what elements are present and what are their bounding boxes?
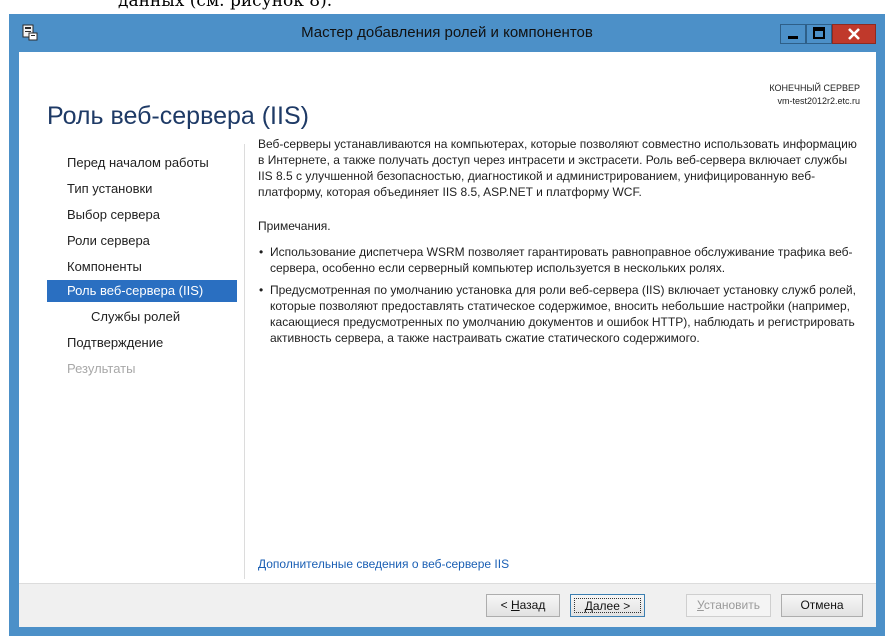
title-bar[interactable]: Мастер добавления ролей и компонентов: [9, 14, 885, 52]
nav-item-web-server-role[interactable]: Роль веб-сервера (IIS): [47, 280, 237, 302]
cancel-button[interactable]: Отмена: [781, 594, 863, 617]
wizard-footer: < Назад Далее > Установить Отмена: [19, 583, 876, 627]
close-button[interactable]: [832, 24, 876, 44]
nav-item-installation-type[interactable]: Тип установки: [47, 178, 237, 200]
wizard-window: Мастер добавления ролей и компонентов Ро…: [9, 14, 885, 636]
back-prefix: <: [500, 598, 511, 612]
nav-item-features[interactable]: Компоненты: [47, 256, 237, 278]
next-focus-rect: Далее >: [574, 598, 641, 613]
install-accel-key: У: [697, 598, 704, 612]
wizard-client-area: Роль веб-сервера (IIS) КОНЕЧНЫЙ СЕРВЕР v…: [19, 52, 876, 627]
note-text: Использование диспетчера WSRM позволяет …: [270, 245, 853, 275]
page-top-strip: данных (см. рисунок 8).: [0, 0, 885, 14]
minimize-button[interactable]: [780, 24, 806, 44]
window-title: Мастер добавления ролей и компонентов: [301, 24, 593, 41]
maximize-icon: [813, 27, 825, 39]
window-bottom-border: [19, 627, 876, 636]
notes-heading: Примечания.: [258, 219, 331, 233]
destination-server-caption: КОНЕЧНЫЙ СЕРВЕР: [769, 83, 860, 93]
install-label: становить: [703, 598, 760, 612]
bullet-icon: •: [259, 283, 264, 297]
next-accel-key: Д: [584, 599, 593, 613]
back-button[interactable]: < Назад: [486, 594, 560, 617]
more-info-link[interactable]: Дополнительные сведения о веб-сервере II…: [258, 557, 509, 571]
nav-item-server-selection[interactable]: Выбор сервера: [47, 204, 237, 226]
nav-item-server-roles[interactable]: Роли сервера: [47, 230, 237, 252]
nav-divider: [244, 144, 245, 579]
back-label: азад: [519, 598, 546, 612]
nav-item-confirmation[interactable]: Подтверждение: [47, 332, 237, 354]
note-text: Предусмотренная по умолчанию установка д…: [270, 283, 856, 345]
bullet-icon: •: [259, 245, 264, 259]
note-item: • Предусмотренная по умолчанию установка…: [258, 282, 860, 346]
maximize-button[interactable]: [806, 24, 832, 44]
minimize-icon: [788, 36, 798, 39]
destination-server-name: vm-test2012r2.etc.ru: [777, 96, 860, 106]
nav-item-role-services[interactable]: Службы ролей: [47, 306, 237, 328]
nav-item-before-you-begin[interactable]: Перед началом работы: [47, 152, 237, 174]
close-icon: [848, 28, 860, 40]
note-item: • Использование диспетчера WSRM позволяе…: [258, 244, 860, 276]
nav-item-results: Результаты: [67, 361, 136, 376]
destination-server-label: КОНЕЧНЫЙ СЕРВЕР vm-test2012r2.etc.ru: [769, 82, 860, 108]
install-button: Установить: [686, 594, 771, 617]
main-content: Веб-серверы устанавливаются на компьютер…: [258, 136, 860, 352]
intro-text: Веб-серверы устанавливаются на компьютер…: [258, 137, 857, 199]
back-accel-key: Н: [510, 598, 520, 612]
next-label: алее >: [592, 599, 631, 613]
page-top-text: данных (см. рисунок 8).: [118, 0, 333, 11]
next-button[interactable]: Далее >: [570, 594, 645, 617]
page-title: Роль веб-сервера (IIS): [47, 101, 309, 130]
